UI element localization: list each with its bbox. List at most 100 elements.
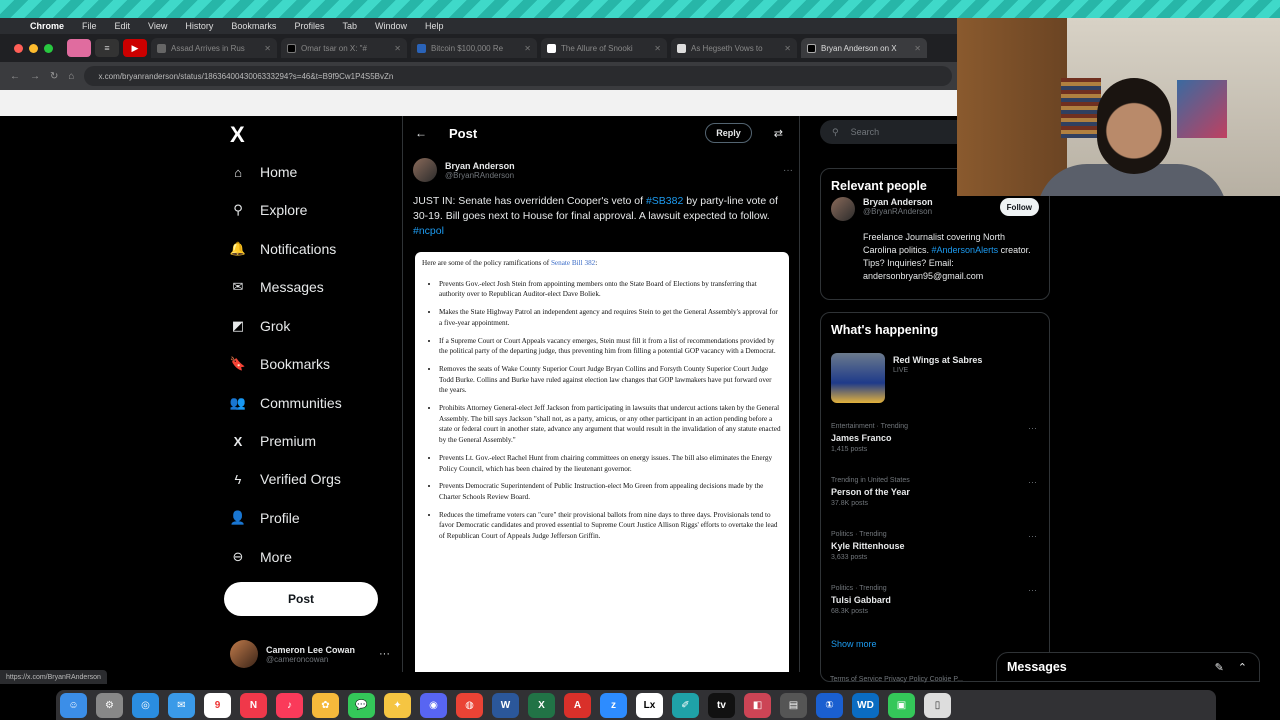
dock-app-tv[interactable]: tv [708, 692, 735, 718]
new-message-icon[interactable]: ✎ [1215, 661, 1224, 674]
hashtag-link[interactable]: #ncpol [413, 225, 444, 237]
menu-help[interactable]: Help [425, 21, 444, 31]
dock-app-word[interactable]: W [492, 692, 519, 718]
browser-tab[interactable]: As Hegseth Vows to ✕ [671, 38, 797, 58]
menu-edit[interactable]: Edit [115, 21, 131, 31]
browser-tab-active[interactable]: Bryan Anderson on X ✕ [801, 38, 927, 58]
person-name[interactable]: Bryan Anderson [863, 197, 933, 207]
menu-profiles[interactable]: Profiles [294, 21, 324, 31]
trend-item[interactable]: Politics · Trending Kyle Rittenhouse 3,6… [831, 531, 1041, 561]
browser-tab[interactable]: Bitcoin $100,000 Re ✕ [411, 38, 537, 58]
more-dots-icon[interactable]: ··· [1028, 585, 1037, 595]
nav-item-explore[interactable]: ⚲ Explore [230, 202, 307, 218]
home-icon[interactable]: ⌂ [68, 71, 74, 82]
follow-button[interactable]: Follow [999, 198, 1039, 216]
menu-history[interactable]: History [185, 21, 213, 31]
avatar[interactable] [831, 197, 855, 221]
nav-item-notifications[interactable]: 🔔 Notifications [230, 241, 336, 257]
dock-app-lex[interactable]: Lx [636, 692, 663, 718]
youtube-icon[interactable]: ▶ [123, 39, 147, 57]
menu-tab[interactable]: Tab [342, 21, 357, 31]
post-button[interactable]: Post [224, 582, 378, 616]
dock-app-safari[interactable]: ◎ [132, 692, 159, 718]
close-icon[interactable]: ✕ [914, 44, 921, 53]
settings-sliders-icon[interactable]: ⇄ [774, 127, 783, 140]
close-window-button[interactable] [14, 43, 23, 53]
author-name[interactable]: Bryan Anderson [445, 161, 515, 171]
expand-icon[interactable]: ⌃ [1238, 661, 1247, 674]
trend-item[interactable]: Trending in United States Person of the … [831, 477, 1041, 507]
trend-spotlight[interactable]: Red Wings at Sabres LIVE [831, 353, 982, 403]
dock-app-wd[interactable]: WD [852, 692, 879, 718]
dock-app-files[interactable]: ▯ [924, 692, 951, 718]
menu-window[interactable]: Window [375, 21, 407, 31]
dock-app-notes[interactable]: ✐ [672, 692, 699, 718]
close-icon[interactable]: ✕ [394, 44, 401, 53]
x-logo[interactable]: X [230, 122, 245, 148]
close-icon[interactable]: ✕ [264, 44, 271, 53]
menubar-app-name[interactable]: Chrome [30, 21, 64, 31]
nav-item-verified-orgs[interactable]: ϟ Verified Orgs [230, 471, 341, 487]
dock-app-mail[interactable]: ✉ [168, 692, 195, 718]
trend-item[interactable]: Entertainment · Trending James Franco 1,… [831, 423, 1041, 453]
more-dots-icon[interactable]: ··· [379, 648, 390, 660]
dock-app-photos[interactable]: ✿ [312, 692, 339, 718]
browser-tab[interactable]: Omar tsar on X: "# ✕ [281, 38, 407, 58]
post-image-document[interactable]: Here are some of the policy ramification… [415, 252, 789, 672]
dock-app-1password[interactable]: ① [816, 692, 843, 718]
close-icon[interactable]: ✕ [784, 44, 791, 53]
nav-item-home[interactable]: ⌂ Home [230, 164, 297, 180]
dock-app-freeform[interactable]: ✦ [384, 692, 411, 718]
browser-tab[interactable]: Assad Arrives in Rus ✕ [151, 38, 277, 58]
dock-app-facetime[interactable]: ▣ [888, 692, 915, 718]
zoom-window-button[interactable] [44, 43, 53, 53]
dock-app-preview[interactable]: ◧ [744, 692, 771, 718]
forward-arrow-icon[interactable]: → [30, 71, 40, 82]
close-icon[interactable]: ✕ [524, 44, 531, 53]
nav-item-communities[interactable]: 👥 Communities [230, 395, 342, 411]
nav-item-more[interactable]: ⊖ More [230, 549, 292, 565]
menu-bookmarks[interactable]: Bookmarks [231, 21, 276, 31]
menu-file[interactable]: File [82, 21, 97, 31]
dock-app-finder[interactable]: ☺ [60, 692, 87, 718]
hashtag-link[interactable]: #AndersonAlerts [932, 245, 999, 255]
avatar[interactable] [413, 158, 437, 182]
dock-app-zoom[interactable]: z [600, 692, 627, 718]
reply-button[interactable]: Reply [705, 123, 752, 143]
back-arrow-icon[interactable]: ← [10, 71, 20, 82]
trend-item[interactable]: Politics · Trending Tulsi Gabbard 68.3K … [831, 585, 1041, 615]
reload-icon[interactable]: ↻ [50, 71, 58, 82]
dock-app-settings[interactable]: ⚙ [96, 692, 123, 718]
nav-item-bookmarks[interactable]: 🔖 Bookmarks [230, 356, 330, 372]
more-dots-icon[interactable]: ··· [1028, 423, 1037, 433]
dock-app-discord[interactable]: ◉ [420, 692, 447, 718]
nav-item-premium[interactable]: X Premium [230, 433, 316, 449]
hashtag-link[interactable]: #SB382 [646, 195, 683, 207]
browser-tab[interactable]: The Allure of Snooki ✕ [541, 38, 667, 58]
nav-item-grok[interactable]: ◩ Grok [230, 318, 291, 334]
dock-app-acrobat[interactable]: A [564, 692, 591, 718]
back-arrow-icon[interactable]: ← [415, 126, 427, 140]
nav-item-messages[interactable]: ✉ Messages [230, 279, 324, 295]
more-dots-icon[interactable]: ··· [783, 165, 793, 176]
dock-app-excel[interactable]: X [528, 692, 555, 718]
messages-drawer[interactable]: Messages ✎ ⌃ [996, 652, 1260, 682]
show-more-link[interactable]: Show more [831, 639, 877, 649]
dock-app-messages[interactable]: 💬 [348, 692, 375, 718]
dock-app-music[interactable]: ♪ [276, 692, 303, 718]
account-switcher[interactable]: Cameron Lee Cowan @cameroncowan ··· [230, 640, 390, 668]
more-dots-icon[interactable]: ··· [1028, 531, 1037, 541]
url-bar[interactable]: x.com/bryanranderson/status/186364004300… [84, 66, 952, 86]
nav-item-profile[interactable]: 👤 Profile [230, 510, 300, 526]
author-handle[interactable]: @BryanRAnderson [445, 171, 515, 180]
pinned-tab-icon[interactable]: ≡ [95, 39, 119, 57]
menu-view[interactable]: View [148, 21, 167, 31]
close-icon[interactable]: ✕ [654, 44, 661, 53]
dock-app-news[interactable]: N [240, 692, 267, 718]
minimize-window-button[interactable] [29, 43, 38, 53]
pinned-tab-icon[interactable] [67, 39, 91, 57]
more-dots-icon[interactable]: ··· [1028, 477, 1037, 487]
footer-links[interactable]: Terms of Service Privacy Policy Cookie P… [830, 676, 1000, 683]
dock-app-chrome[interactable]: ◍ [456, 692, 483, 718]
dock-app-pages[interactable]: ▤ [780, 692, 807, 718]
